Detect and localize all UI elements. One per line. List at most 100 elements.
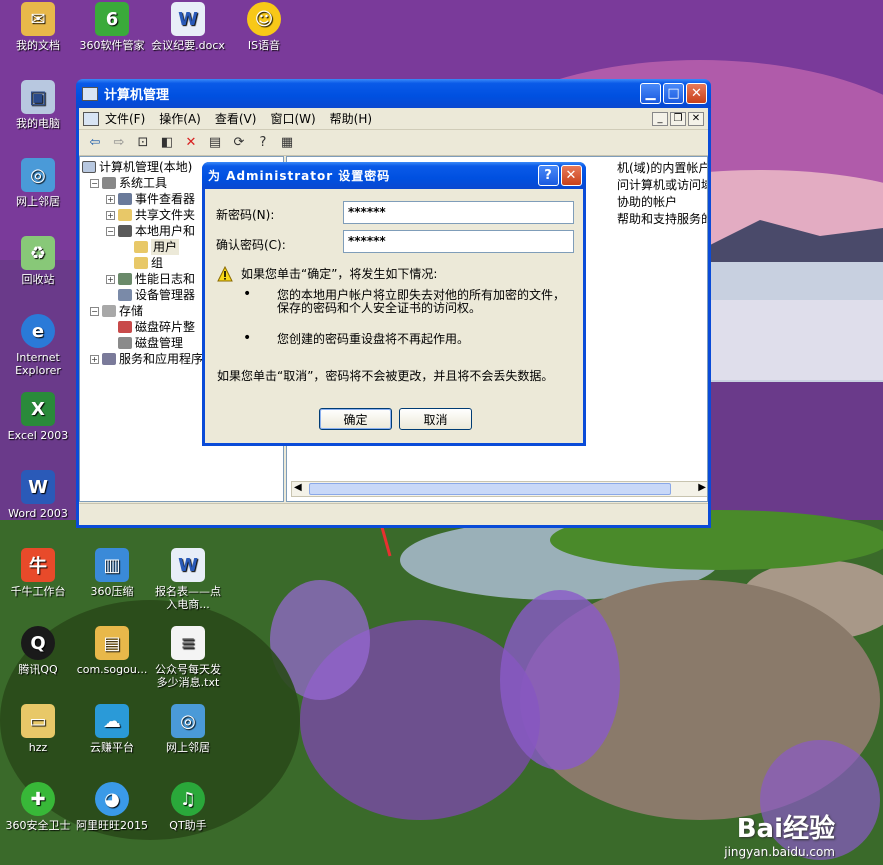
properties-icon[interactable]: ▤ <box>205 133 225 153</box>
desktop-icon-sogou[interactable]: ▤ com.sogou... <box>74 626 150 676</box>
confirm-password-field[interactable]: ****** <box>343 230 574 253</box>
computer-icon: ▣ <box>21 80 55 114</box>
new-password-field[interactable]: ****** <box>343 201 574 224</box>
scroll-left-icon[interactable]: ◀ <box>294 482 302 493</box>
bullet-icon: • <box>243 330 252 346</box>
scrollbar-thumb[interactable] <box>309 483 671 495</box>
warning-bullet-2: 您创建的密码重设盘将不再起作用。 <box>277 332 470 346</box>
desktop-icon-hzz[interactable]: ▭ hzz <box>0 704 76 754</box>
user-description[interactable]: 协助的帐户 <box>617 193 677 210</box>
desktop-icon-qianniu[interactable]: 牛 千牛工作台 <box>0 548 76 598</box>
horizontal-scrollbar[interactable]: ◀ ▶ <box>291 481 707 497</box>
security-360-icon: ✚ <box>21 782 55 816</box>
collapse-icon[interactable]: − <box>90 178 99 188</box>
desktop-icon-qq[interactable]: Q 腾讯QQ <box>0 626 76 676</box>
shared-folder-icon <box>118 209 132 221</box>
defrag-icon <box>118 321 132 333</box>
recycle-bin-icon: ♻ <box>21 236 55 270</box>
mdi-minimize-button[interactable]: _ <box>652 111 668 126</box>
text-file-icon: ≡ <box>171 626 205 660</box>
expand-icon[interactable]: + <box>106 210 115 220</box>
desktop-icon-network-2[interactable]: ◎ 网上邻居 <box>150 704 226 754</box>
desktop-icon-my-documents[interactable]: ✉ 我的文档 <box>0 2 76 52</box>
minimize-button[interactable]: ▁ <box>640 83 661 104</box>
desktop-icon-360-manager[interactable]: 6 360软件管家 <box>74 2 150 52</box>
aliwangwang-icon: ◕ <box>95 782 129 816</box>
collapse-icon[interactable]: − <box>90 306 99 316</box>
computer-management-icon <box>82 86 98 101</box>
archive-icon: ▤ <box>95 626 129 660</box>
desktop-icon-network[interactable]: ◎ 网上邻居 <box>0 158 76 208</box>
toolbar: ⇦ ⇨ ⊡ ◧ ✕ ▤ ⟳ ? ▦ <box>79 130 708 156</box>
cancel-button[interactable]: 取消 <box>399 408 472 430</box>
desktop-icon-qt[interactable]: ♫ QT助手 <box>150 782 226 832</box>
window-title: 计算机管理 <box>104 88 170 103</box>
menu-file[interactable]: 文件(F) <box>105 110 145 127</box>
qianniu-icon: 牛 <box>21 548 55 582</box>
forward-arrow-icon[interactable]: ⇨ <box>109 133 129 153</box>
close-window-button[interactable]: ✕ <box>686 83 707 104</box>
desktop-icon-360-security[interactable]: ✚ 360安全卫士 <box>0 782 76 832</box>
maximize-button[interactable]: □ <box>663 83 684 104</box>
network-icon: ◎ <box>21 158 55 192</box>
ok-button[interactable]: 确定 <box>319 408 392 430</box>
user-description[interactable]: 帮助和支持服务的提供 <box>617 210 707 227</box>
qt-assistant-icon: ♫ <box>171 782 205 816</box>
menu-help[interactable]: 帮助(H) <box>330 110 372 127</box>
show-tree-icon[interactable]: ◧ <box>157 133 177 153</box>
refresh-icon[interactable]: ⟳ <box>229 133 249 153</box>
menu-action[interactable]: 操作(A) <box>159 110 201 127</box>
desktop-icon-word[interactable]: W Word 2003 <box>0 470 76 520</box>
services-icon <box>102 353 116 365</box>
menu-window[interactable]: 窗口(W) <box>270 110 315 127</box>
tools-icon <box>102 177 116 189</box>
mmc-icon <box>83 111 99 126</box>
doc-icon: W <box>171 548 205 582</box>
collapse-icon[interactable]: − <box>106 226 115 236</box>
desktop-icon-registration[interactable]: W 报名表——点入电商... <box>150 548 226 611</box>
confirm-password-label: 确认密码(C): <box>216 238 286 252</box>
desktop-icon-meeting-docx[interactable]: W 会议纪要.docx <box>150 2 226 52</box>
dialog-close-button[interactable]: ✕ <box>561 165 582 186</box>
window-titlebar[interactable]: 计算机管理 ▁ □ ✕ <box>76 79 711 108</box>
help-icon[interactable]: ? <box>253 133 273 153</box>
action-pane-icon[interactable]: ▦ <box>277 133 297 153</box>
mdi-restore-button[interactable]: ❐ <box>670 111 686 126</box>
desktop-icon-cloud-earn[interactable]: ☁ 云赚平台 <box>74 704 150 754</box>
desktop-icon-recycle-bin[interactable]: ♻ 回收站 <box>0 236 76 286</box>
desktop-icon-excel[interactable]: X Excel 2003 <box>0 392 76 442</box>
scroll-right-icon[interactable]: ▶ <box>698 482 706 493</box>
users-icon <box>118 225 132 237</box>
expand-icon[interactable]: + <box>106 274 115 284</box>
dialog-titlebar[interactable]: 为 Administrator 设置密码 ? ✕ <box>202 162 586 189</box>
expand-icon[interactable]: + <box>106 194 115 204</box>
event-viewer-icon <box>118 193 132 205</box>
folder-icon: ▭ <box>21 704 55 738</box>
dialog-help-button[interactable]: ? <box>538 165 559 186</box>
warning-bullet-1-line-2: 保存的密码和个人安全证书的访问权。 <box>277 301 482 315</box>
desktop-icon-360-compress[interactable]: ▥ 360压缩 <box>74 548 150 598</box>
expand-icon[interactable]: + <box>90 354 99 364</box>
user-description[interactable]: 机(域)的内置帐户 <box>617 159 707 176</box>
mdi-close-button[interactable]: ✕ <box>688 111 704 126</box>
desktop-icon-ie[interactable]: e Internet Explorer <box>0 314 76 377</box>
desktop-icon-my-computer[interactable]: ▣ 我的电脑 <box>0 80 76 130</box>
qq-icon: Q <box>21 626 55 660</box>
cloud-earn-icon: ☁ <box>95 704 129 738</box>
back-arrow-icon[interactable]: ⇦ <box>85 133 105 153</box>
desktop-icon-txt[interactable]: ≡ 公众号每天发多少消息.txt <box>150 626 226 689</box>
folder-documents-icon: ✉ <box>21 2 55 36</box>
up-folder-icon[interactable]: ⊡ <box>133 133 153 153</box>
word-icon: W <box>21 470 55 504</box>
desktop-icon-is-voice[interactable]: ☺ IS语音 <box>226 2 302 52</box>
is-voice-icon: ☺ <box>247 2 281 36</box>
desktop-icon-aliwangwang[interactable]: ◕ 阿里旺旺2015 <box>74 782 150 832</box>
bullet-icon: • <box>243 286 252 302</box>
warning-icon <box>217 266 233 282</box>
user-description[interactable]: 问计算机或访问域的内 <box>617 176 707 193</box>
watermark-url: jingyan.baidu.com <box>724 845 835 859</box>
delete-icon[interactable]: ✕ <box>181 133 201 153</box>
folder-icon <box>134 257 148 269</box>
ie-icon: e <box>21 314 55 348</box>
menu-view[interactable]: 查看(V) <box>215 110 257 127</box>
